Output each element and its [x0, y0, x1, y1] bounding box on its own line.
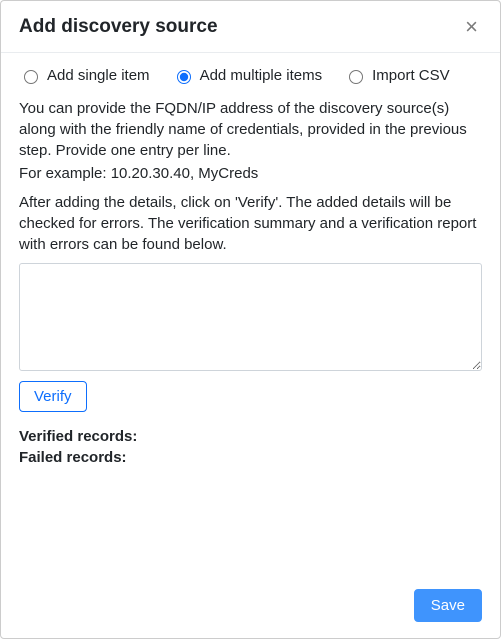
instructions-block: You can provide the FQDN/IP address of t… — [19, 98, 482, 184]
modal-header: Add discovery source × — [1, 1, 500, 53]
radio-option-multiple[interactable]: Add multiple items — [172, 67, 323, 84]
modal-title: Add discovery source — [19, 15, 218, 40]
radio-single-input[interactable] — [24, 70, 38, 84]
mode-radio-group: Add single item Add multiple items Impor… — [19, 67, 482, 84]
radio-option-import-csv[interactable]: Import CSV — [344, 67, 450, 84]
instructions-example: For example: 10.20.30.40, MyCreds — [19, 163, 482, 184]
failed-row: Failed records: — [19, 447, 482, 469]
save-button[interactable]: Save — [414, 589, 482, 622]
close-icon: × — [465, 14, 478, 39]
close-button[interactable]: × — [461, 16, 482, 38]
verified-row: Verified records: — [19, 426, 482, 448]
radio-import-input[interactable] — [349, 70, 363, 84]
radio-single-label: Add single item — [47, 67, 150, 84]
failed-records-label: Failed records: — [19, 447, 127, 469]
verify-button[interactable]: Verify — [19, 381, 87, 412]
radio-import-label: Import CSV — [372, 67, 450, 84]
instructions-line1: You can provide the FQDN/IP address of t… — [19, 98, 482, 161]
modal-footer: Save — [1, 579, 500, 638]
radio-multiple-input[interactable] — [177, 70, 191, 84]
modal-body: Add single item Add multiple items Impor… — [1, 53, 500, 579]
verify-instructions: After adding the details, click on 'Veri… — [19, 192, 482, 255]
verified-records-label: Verified records: — [19, 426, 137, 448]
verification-summary: Verified records: Failed records: — [19, 426, 482, 470]
entries-textarea[interactable] — [19, 263, 482, 371]
radio-multiple-label: Add multiple items — [200, 67, 323, 84]
add-discovery-source-modal: Add discovery source × Add single item A… — [0, 0, 501, 639]
radio-option-single[interactable]: Add single item — [19, 67, 150, 84]
